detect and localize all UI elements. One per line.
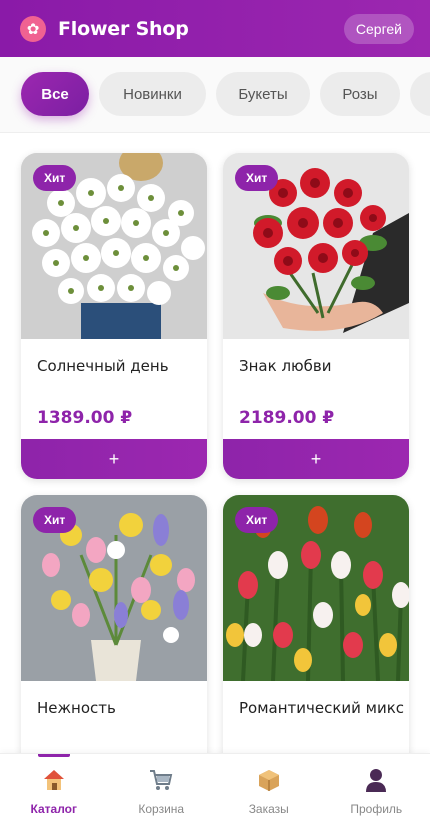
product-card[interactable]: Хит Романтический микс <box>223 495 409 753</box>
product-image[interactable]: Хит <box>21 495 207 681</box>
flower-icon: ✿ <box>20 15 46 42</box>
product-price: 2189.00 ₽ <box>239 408 335 428</box>
product-card[interactable]: Хит Солнечный день 1389.00 ₽ + <box>21 153 207 479</box>
user-icon <box>362 766 390 794</box>
add-to-cart-button[interactable]: + <box>223 439 409 479</box>
nav-catalog[interactable]: Каталог <box>0 754 108 825</box>
hit-badge: Хит <box>33 165 77 191</box>
app-header: ✿ Flower Shop Сергей <box>0 0 430 57</box>
nav-label: Корзина <box>138 802 185 816</box>
product-card[interactable]: Хит Знак любви 2189.00 ₽ + <box>223 153 409 479</box>
active-indicator <box>37 754 70 757</box>
product-image[interactable]: Хит <box>223 495 409 681</box>
nav-label: Заказы <box>248 802 289 816</box>
filter-chip-new[interactable]: Новинки <box>99 72 206 116</box>
nav-cart[interactable]: Корзина <box>108 754 216 825</box>
product-image[interactable]: Хит <box>223 153 409 339</box>
product-image[interactable]: Хит <box>21 153 207 339</box>
home-icon <box>40 766 68 794</box>
product-name: Нежность <box>37 699 116 717</box>
nav-orders[interactable]: Заказы <box>215 754 323 825</box>
nav-profile[interactable]: Профиль <box>323 754 430 825</box>
box-icon <box>255 766 283 794</box>
add-to-cart-button[interactable]: + <box>21 439 207 479</box>
filter-chip-bouquets[interactable]: Букеты <box>216 72 310 116</box>
product-price: 1389.00 ₽ <box>37 408 133 428</box>
hit-badge: Хит <box>33 507 77 533</box>
nav-label: Профиль <box>350 802 403 816</box>
product-name: Солнечный день <box>37 357 169 375</box>
hit-badge: Хит <box>235 507 279 533</box>
hit-badge: Хит <box>235 165 279 191</box>
user-button[interactable]: Сергей <box>343 13 414 44</box>
filter-chip-all[interactable]: Все <box>21 72 89 116</box>
app-title: Flower Shop <box>58 17 189 40</box>
filter-chip-roses[interactable]: Розы <box>320 72 400 116</box>
product-name: Знак любви <box>239 357 332 375</box>
cart-icon <box>147 766 175 794</box>
category-filter-bar: Все Новинки Букеты Розы <box>0 57 430 133</box>
bottom-navigation: Каталог Корзина Заказы Профиль <box>0 753 430 825</box>
product-grid: Хит Солнечный день 1389.00 ₽ + Хит Знак … <box>0 133 430 753</box>
product-card[interactable]: Хит Нежность <box>21 495 207 753</box>
product-name: Романтический микс <box>239 699 405 717</box>
nav-label: Каталог <box>30 802 78 816</box>
filter-chip-more[interactable] <box>410 72 430 116</box>
